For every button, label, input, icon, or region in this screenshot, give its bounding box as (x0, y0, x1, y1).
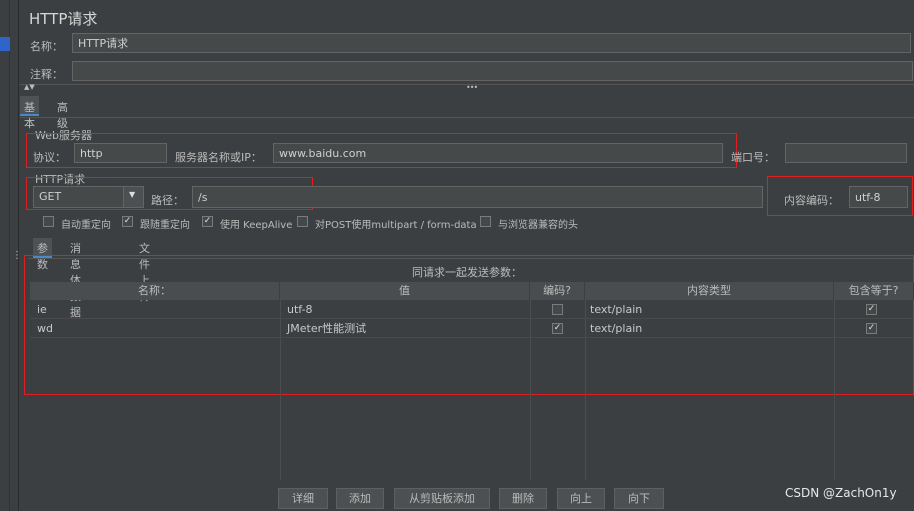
method-select[interactable]: GET ▼ (33, 186, 144, 208)
follow-redirect-checkbox[interactable]: ✓ (122, 216, 133, 227)
check-icon: ✓ (867, 304, 876, 314)
keepalive-checkbox[interactable]: ✓ (202, 216, 213, 227)
parameters-title: 同请求一起发送参数： (412, 266, 522, 279)
column-header-include-equals[interactable]: 包含等于? (834, 282, 914, 300)
method-dropdown-button[interactable]: ▼ (123, 187, 143, 207)
port-label: 端口号： (731, 151, 775, 164)
add-from-clipboard-button[interactable]: 从剪贴板添加 (394, 488, 490, 509)
divider-grip-icon[interactable]: ••• (466, 83, 478, 92)
encode-checkbox[interactable] (552, 304, 563, 315)
tab-divider (20, 117, 914, 118)
param-name[interactable]: ie (30, 301, 47, 319)
auto-redirect-label: 自动重定向 (61, 220, 111, 231)
left-tree-strip: ⋮ (0, 0, 22, 511)
server-field[interactable] (273, 143, 723, 163)
column-header-content-type[interactable]: 内容类型 (585, 282, 834, 300)
collapse-divider[interactable]: ▲▼ ••• (20, 83, 914, 92)
detail-button[interactable]: 详细 (278, 488, 328, 509)
param-value[interactable]: JMeter性能测试 (280, 320, 366, 338)
watermark: CSDN @ZachOn1y (785, 486, 897, 500)
port-field[interactable] (785, 143, 907, 163)
check-icon: ✓ (203, 216, 212, 226)
table-row[interactable]: ie utf-8 text/plain ✓ (30, 301, 914, 319)
encode-checkbox[interactable]: ✓ (552, 323, 563, 334)
server-label: 服务器名称或IP： (175, 151, 262, 164)
parameters-table: 名称： 值 编码? 内容类型 包含等于? ie utf-8 text/plain… (30, 282, 914, 480)
encoding-label: 内容编码： (784, 194, 839, 207)
param-content-type[interactable]: text/plain (583, 320, 642, 338)
comment-label: 注释： (30, 68, 63, 81)
chevron-down-icon: ▼ (129, 190, 136, 199)
browser-headers-checkbox[interactable] (480, 216, 491, 227)
check-icon: ✓ (123, 216, 132, 226)
keepalive-label: 使用 KeepAlive (220, 220, 293, 231)
add-button[interactable]: 添加 (336, 488, 384, 509)
param-value[interactable]: utf-8 (280, 301, 313, 319)
protocol-label: 协议： (33, 151, 66, 164)
browser-headers-label: 与浏览器兼容的头 (498, 220, 578, 231)
method-value: GET (39, 190, 62, 203)
panel-title: HTTP请求 (29, 10, 98, 28)
include-equals-checkbox[interactable]: ✓ (866, 304, 877, 315)
table-row[interactable]: wd JMeter性能测试 ✓ text/plain ✓ (30, 320, 914, 338)
move-up-button[interactable]: 向上 (557, 488, 605, 509)
collapse-arrows-icon[interactable]: ▲▼ (24, 83, 35, 91)
check-icon: ✓ (867, 323, 876, 333)
comment-field[interactable] (72, 61, 913, 81)
tab-basic[interactable]: 基本 (20, 96, 39, 130)
name-label: 名称： (30, 40, 63, 53)
param-content-type[interactable]: text/plain (583, 301, 642, 319)
name-field[interactable] (72, 33, 911, 53)
include-equals-checkbox[interactable]: ✓ (866, 323, 877, 334)
protocol-field[interactable] (74, 143, 167, 163)
column-header-encode[interactable]: 编码? (530, 282, 585, 300)
tab-advanced[interactable]: 高级 (53, 96, 72, 130)
param-name[interactable]: wd (30, 320, 53, 338)
follow-redirect-label: 跟随重定向 (140, 220, 190, 231)
delete-button[interactable]: 删除 (499, 488, 547, 509)
path-field[interactable] (192, 186, 763, 208)
check-icon: ✓ (553, 323, 562, 333)
multipart-checkbox[interactable] (297, 216, 308, 227)
column-header-name[interactable]: 名称： (30, 282, 280, 300)
move-down-button[interactable]: 向下 (614, 488, 664, 509)
multipart-label: 对POST使用multipart / form-data (315, 220, 477, 231)
tree-selection-marker (0, 37, 10, 51)
encoding-field[interactable] (849, 186, 908, 208)
auto-redirect-checkbox[interactable] (43, 216, 54, 227)
column-header-value[interactable]: 值 (280, 282, 530, 300)
path-label: 路径： (151, 194, 184, 207)
